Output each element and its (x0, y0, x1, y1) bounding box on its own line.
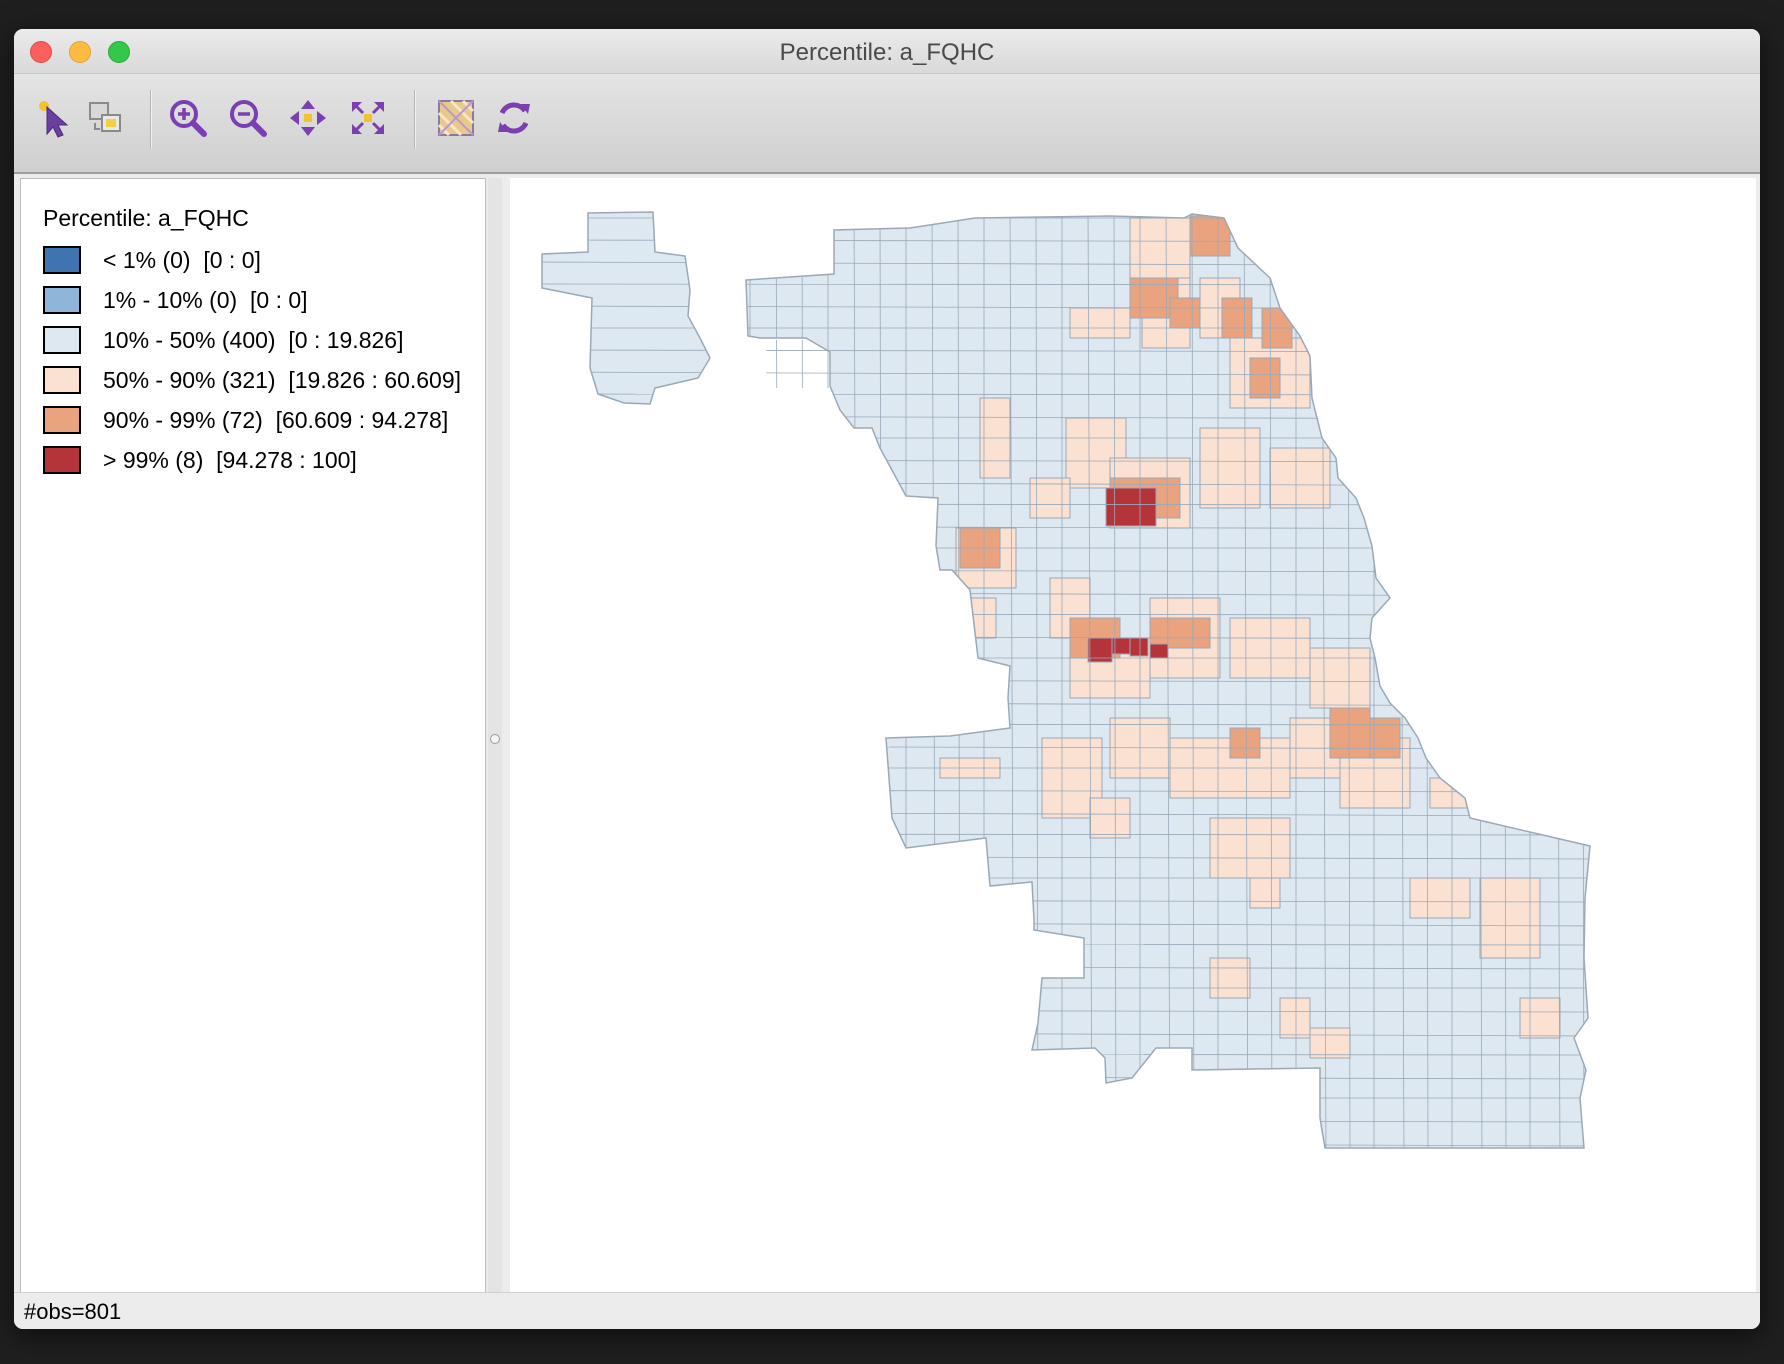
census-tract[interactable] (1209, 957, 1251, 999)
toolbar-separator (150, 90, 152, 148)
refresh-icon (498, 102, 530, 134)
census-tract[interactable] (1221, 297, 1253, 339)
census-tract[interactable] (955, 597, 997, 639)
splitter-handle[interactable] (490, 734, 500, 744)
copy-selection-button[interactable] (84, 96, 128, 140)
census-tract[interactable] (1069, 307, 1131, 339)
census-tract[interactable] (1409, 877, 1471, 919)
zoom-out-icon (230, 100, 267, 137)
city-base (542, 212, 1590, 1148)
census-tract[interactable] (1087, 637, 1113, 663)
choropleth-map[interactable] (510, 178, 1756, 1318)
zoom-in-icon (170, 100, 207, 137)
census-tract[interactable] (1189, 215, 1231, 257)
select-icon (39, 101, 69, 138)
legend-label: < 1% (0) [0 : 0] (103, 246, 261, 273)
legend-label: 90% - 99% (72) [60.609 : 94.278] (103, 406, 449, 433)
legend-swatch (43, 246, 81, 274)
census-tract[interactable] (1479, 877, 1541, 959)
census-tract[interactable] (1429, 777, 1471, 809)
legend-item[interactable]: < 1% (0) [0 : 0] (43, 245, 261, 275)
legend-item[interactable]: > 99% (8) [94.278 : 100] (43, 445, 357, 475)
legend-item[interactable]: 90% - 99% (72) [60.609 : 94.278] (43, 405, 448, 435)
legend-item[interactable]: 1% - 10% (0) [0 : 0] (43, 285, 308, 315)
census-tract[interactable] (1149, 643, 1169, 659)
select-tool-button[interactable] (32, 96, 76, 140)
legend-swatch (43, 366, 81, 394)
legend-panel: Percentile: a_FQHC < 1% (0) [0 : 0] 1% -… (20, 178, 486, 1318)
legend-label: 1% - 10% (0) [0 : 0] (103, 286, 308, 313)
legend-label: 10% - 50% (400) [0 : 19.826] (103, 326, 404, 353)
census-tract[interactable] (1249, 357, 1281, 399)
panel-splitter[interactable] (488, 178, 502, 1318)
census-tract[interactable] (1329, 707, 1371, 759)
fit-to-window-icon (352, 102, 384, 134)
census-tract[interactable] (1519, 997, 1561, 1039)
copy-selection-icon (89, 102, 121, 132)
legend-swatch (43, 286, 81, 314)
map-canvas[interactable] (510, 178, 1756, 1318)
census-tract[interactable] (1369, 717, 1401, 759)
census-tract[interactable] (1129, 217, 1191, 279)
legend-swatch (43, 406, 81, 434)
fit-to-window-button[interactable] (346, 96, 390, 140)
pan-icon (290, 100, 326, 136)
census-tract[interactable] (1309, 1027, 1351, 1059)
census-tract[interactable] (1269, 447, 1331, 509)
map-layers-button[interactable] (434, 96, 478, 140)
zoom-in-button[interactable] (166, 96, 210, 140)
census-tract[interactable] (1249, 877, 1281, 909)
toolbar (14, 74, 1760, 174)
observation-count: #obs=801 (24, 1299, 122, 1324)
legend-item[interactable]: 50% - 90% (321) [19.826 : 60.609] (43, 365, 461, 395)
toolbar-separator (414, 90, 416, 148)
map-window: Percentile: a_FQHC Percentile: a_FQHC < … (14, 29, 1760, 1329)
legend-item[interactable]: 10% - 50% (400) [0 : 19.826] (43, 325, 403, 355)
pan-button[interactable] (286, 96, 330, 140)
census-tract[interactable] (1229, 617, 1311, 679)
census-tract[interactable] (1089, 797, 1131, 839)
legend-label: 50% - 90% (321) [19.826 : 60.609] (103, 366, 462, 393)
census-tract[interactable] (1309, 647, 1371, 709)
legend-title: Percentile: a_FQHC (43, 205, 249, 231)
refresh-button[interactable] (492, 96, 536, 140)
census-tract[interactable] (1129, 637, 1149, 657)
title-bar: Percentile: a_FQHC (14, 29, 1760, 74)
legend-swatch (43, 326, 81, 354)
map-layers-icon (437, 99, 475, 137)
window-title: Percentile: a_FQHC (779, 39, 995, 66)
legend-swatch (43, 446, 81, 474)
census-tract[interactable] (1209, 817, 1291, 879)
census-tract[interactable] (1169, 297, 1201, 329)
status-bar: #obs=801 (14, 1292, 1760, 1329)
census-tract[interactable] (1229, 727, 1261, 759)
legend-label: > 99% (8) [94.278 : 100] (103, 446, 357, 473)
census-tract[interactable] (1199, 427, 1261, 509)
zoom-out-button[interactable] (226, 96, 270, 140)
census-tract[interactable] (1279, 997, 1311, 1039)
census-tract[interactable] (1105, 487, 1157, 527)
